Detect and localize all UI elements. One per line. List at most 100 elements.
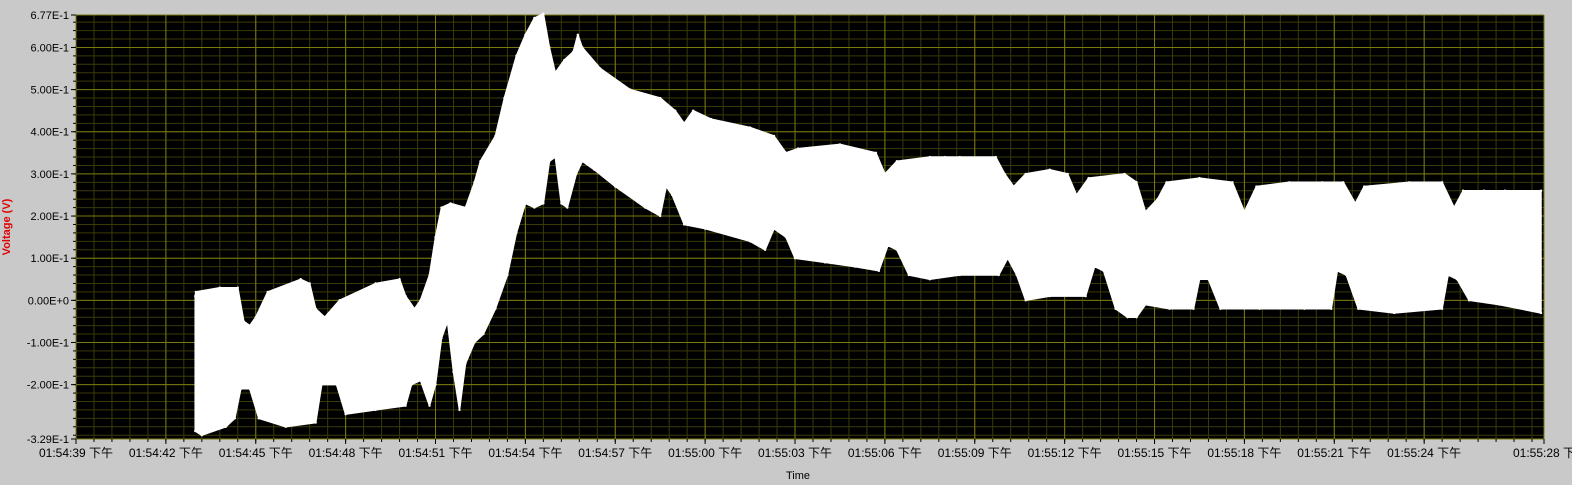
- voltage-upper-point: [1407, 181, 1411, 184]
- voltage-lower-point: [581, 160, 584, 163]
- voltage-upper-point: [1024, 172, 1027, 176]
- voltage-upper-point: [1231, 181, 1234, 184]
- voltage-upper-point: [194, 294, 197, 298]
- voltage-lower-point: [224, 425, 227, 428]
- voltage-lower-point: [763, 248, 767, 251]
- voltage-lower-point: [1330, 307, 1333, 310]
- voltage-upper-point: [554, 71, 557, 74]
- voltage-upper-point: [576, 33, 580, 37]
- voltage-lower-point: [1336, 269, 1339, 273]
- voltage-upper-point: [772, 134, 776, 138]
- x-tick-label: 01:54:39 下午: [39, 446, 113, 460]
- voltage-lower-point: [1198, 278, 1201, 281]
- voltage-upper-point: [299, 278, 302, 281]
- voltage-upper-point: [629, 88, 632, 91]
- voltage-upper-point: [314, 307, 317, 310]
- voltage-upper-point: [1075, 193, 1078, 197]
- y-tick-label: 1.00E-1: [30, 253, 69, 265]
- voltage-lower-point: [644, 206, 647, 209]
- voltage-lower-point: [1024, 299, 1027, 302]
- voltage-lower-point: [748, 240, 752, 243]
- voltage-upper-point: [1066, 172, 1069, 176]
- voltage-upper-point: [563, 58, 566, 62]
- voltage-lower-point: [1207, 278, 1210, 281]
- voltage-upper-point: [673, 109, 677, 112]
- voltage-lower-point: [1114, 307, 1117, 310]
- voltage-lower-point: [1192, 307, 1195, 310]
- voltage-lower-point: [772, 227, 776, 230]
- voltage-upper-point: [1048, 168, 1051, 171]
- voltage-upper-point: [494, 134, 497, 138]
- voltage-lower-point: [823, 261, 827, 264]
- voltage-upper-point: [928, 155, 932, 159]
- voltage-lower-point: [614, 185, 617, 188]
- voltage-lower-point: [593, 168, 596, 171]
- voltage-lower-point: [458, 408, 461, 412]
- x-axis-label: Time: [786, 470, 810, 480]
- voltage-lower-point: [335, 383, 338, 386]
- voltage-upper-point: [419, 299, 422, 302]
- voltage-upper-point: [1503, 189, 1507, 192]
- voltage-lower-point: [494, 307, 497, 310]
- voltage-lower-point: [895, 248, 899, 251]
- voltage-time-chart: 6.77E-1 6.00E-1 5.00E-1 4.00E-1 3.00E-1 2.00E…: [0, 0, 1572, 482]
- x-tick-label: 01:55:06 下午: [848, 446, 922, 460]
- x-tick-label: 01:55:28 下: [1513, 446, 1572, 460]
- voltage-lower-point: [1135, 315, 1138, 319]
- voltage-lower-point: [1093, 265, 1096, 268]
- voltage-lower-point: [1303, 307, 1306, 310]
- voltage-upper-point: [404, 294, 407, 298]
- voltage-upper-point: [1123, 172, 1126, 176]
- voltage-upper-point: [691, 109, 695, 112]
- voltage-lower-point: [464, 362, 467, 365]
- voltage-upper-point: [542, 12, 545, 15]
- y-tick-label: 6.00E-1: [30, 42, 69, 54]
- voltage-upper-point: [943, 155, 947, 159]
- voltage-upper-point: [1165, 181, 1168, 184]
- voltage-lower-point: [1357, 307, 1360, 310]
- voltage-upper-point: [659, 96, 662, 100]
- voltage-lower-point: [1048, 294, 1051, 298]
- voltage-lower-point: [1006, 256, 1009, 260]
- voltage-upper-point: [1144, 210, 1147, 214]
- voltage-upper-point: [599, 67, 602, 70]
- voltage-lower-point: [524, 202, 527, 205]
- voltage-lower-point: [200, 434, 204, 437]
- x-tick-label: 01:55:12 下午: [1028, 446, 1102, 460]
- voltage-upper-point: [1255, 185, 1258, 188]
- voltage-lower-point: [1455, 278, 1459, 281]
- x-tick-label: 01:55:09 下午: [938, 446, 1012, 460]
- voltage-lower-point: [1168, 307, 1171, 310]
- y-tick-label: 5.00E-1: [30, 85, 69, 97]
- voltage-upper-point: [479, 160, 482, 163]
- x-tick-label: 01:55:18 下午: [1207, 446, 1281, 460]
- voltage-lower-point: [886, 244, 890, 247]
- voltage-lower-point: [548, 160, 551, 163]
- voltage-upper-point: [1539, 189, 1543, 192]
- voltage-lower-point: [284, 425, 287, 428]
- voltage-lower-point: [997, 273, 1000, 277]
- voltage-upper-point: [308, 282, 311, 285]
- voltage-upper-point: [1440, 181, 1444, 184]
- voltage-upper-point: [796, 147, 800, 150]
- voltage-upper-point: [428, 273, 431, 277]
- voltage-lower-point: [784, 235, 788, 239]
- voltage-upper-point: [994, 155, 997, 159]
- voltage-lower-point: [853, 265, 857, 268]
- voltage-lower-point: [928, 278, 932, 281]
- voltage-upper-point: [1288, 181, 1291, 184]
- voltage-upper-point: [784, 151, 788, 155]
- voltage-lower-point: [560, 202, 563, 205]
- voltage-lower-point: [428, 404, 431, 407]
- voltage-upper-point: [413, 307, 416, 310]
- voltage-lower-point: [1015, 273, 1018, 277]
- y-tick-label: -2.00E-1: [27, 380, 69, 392]
- x-tick-label: 01:55:15 下午: [1118, 446, 1192, 460]
- voltage-upper-point: [1156, 197, 1159, 201]
- voltage-upper-point: [581, 46, 584, 49]
- x-tick-label: 01:54:48 下午: [309, 446, 383, 460]
- voltage-lower-point: [907, 273, 911, 277]
- x-tick-label: 01:54:57 下午: [578, 446, 652, 460]
- voltage-lower-point: [1393, 311, 1396, 315]
- y-tick-label: -1.00E-1: [27, 337, 69, 349]
